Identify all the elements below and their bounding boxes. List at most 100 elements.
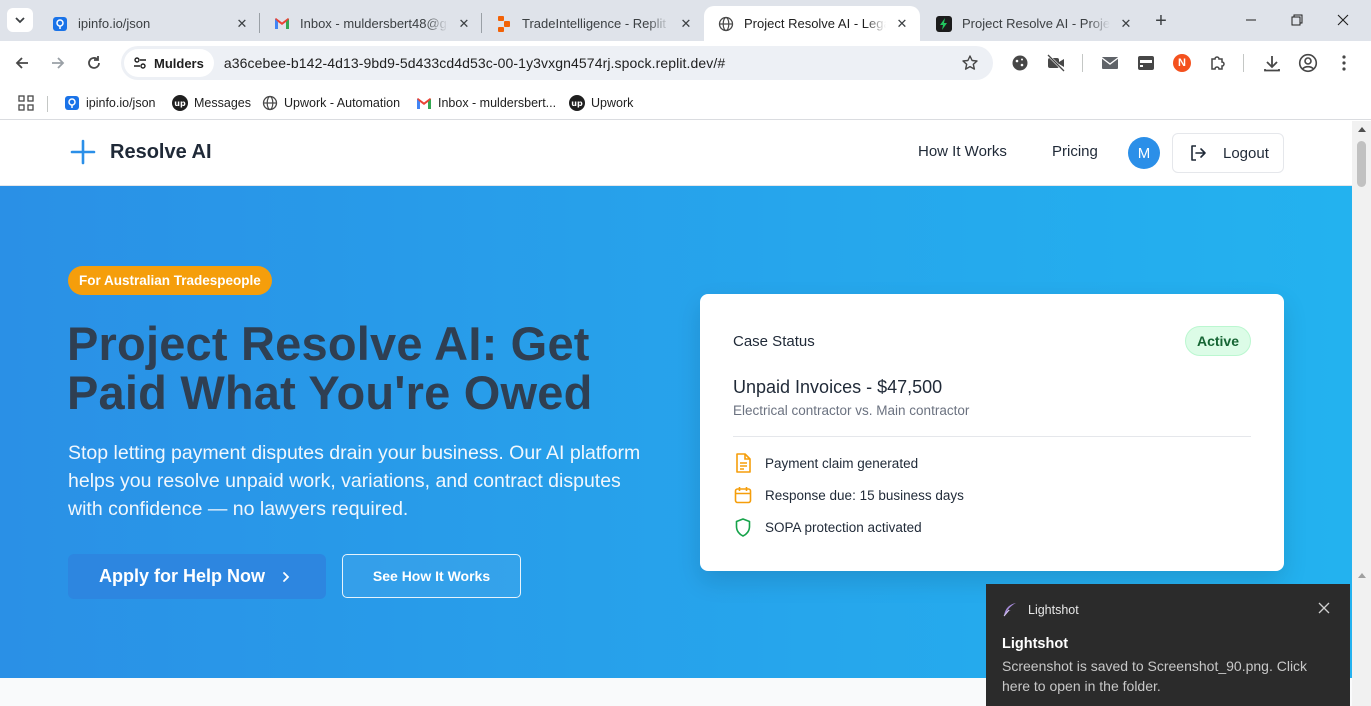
- tab-resolve-project[interactable]: Project Resolve AI - Project ✕: [922, 6, 1144, 41]
- svg-text:up: up: [571, 99, 583, 108]
- scrollbar-thumb[interactable]: [1357, 141, 1366, 187]
- case-item-response-due: Response due: 15 business days: [733, 484, 964, 506]
- address-bar[interactable]: Mulders a36cebee-b142-4d13-9bd9-5d433cd4…: [121, 46, 993, 80]
- new-tab-button[interactable]: +: [1149, 9, 1173, 33]
- brand-logo[interactable]: Resolve AI: [70, 139, 212, 165]
- close-icon[interactable]: ✕: [456, 16, 472, 32]
- logout-icon: [1189, 144, 1207, 162]
- case-status-card: Case Status Active Unpaid Invoices - $47…: [700, 294, 1284, 571]
- puzzle-icon[interactable]: [1207, 52, 1229, 74]
- avatar[interactable]: M: [1128, 137, 1160, 169]
- tab-resolve-legal[interactable]: Project Resolve AI - Legal Support ✕: [704, 6, 920, 41]
- window-close-button[interactable]: [1320, 6, 1366, 34]
- back-button[interactable]: [8, 49, 36, 77]
- bookmark-label: Messages: [194, 96, 251, 110]
- bookmark-label: Inbox - muldersbert...: [438, 96, 557, 110]
- toolbar-divider: [1082, 54, 1083, 72]
- bookmark-label: ipinfo.io/json: [86, 96, 156, 110]
- see-how-it-works-button[interactable]: See How It Works: [342, 554, 521, 598]
- tab-gmail[interactable]: Inbox - muldersbert48@gmail.com ✕: [260, 6, 482, 41]
- close-icon[interactable]: ✕: [1118, 16, 1134, 32]
- case-status-label: Case Status: [733, 333, 815, 350]
- ipinfo-icon: [52, 16, 68, 32]
- upwork-icon: up: [569, 95, 585, 111]
- upwork-icon: up: [172, 95, 188, 111]
- forward-button[interactable]: [44, 49, 72, 77]
- tab-title: Project Resolve AI - Legal Support: [744, 16, 886, 31]
- toast-message[interactable]: Screenshot is saved to Screenshot_90.png…: [1002, 656, 1332, 696]
- card-divider: [733, 436, 1251, 437]
- tab-replit[interactable]: TradeIntelligence - Replit ✕: [482, 6, 704, 41]
- chevron-right-icon: [281, 571, 291, 583]
- apps-grid-icon[interactable]: [18, 91, 34, 115]
- tab-title: Inbox - muldersbert48@gmail.com: [300, 16, 448, 31]
- minimize-button[interactable]: [1228, 6, 1274, 34]
- restore-button[interactable]: [1274, 6, 1320, 34]
- case-title: Unpaid Invoices - $47,500: [733, 377, 943, 397]
- globe-icon: [718, 16, 734, 32]
- plus-logo-icon: [70, 139, 96, 165]
- tab-title: Project Resolve AI - Project: [962, 16, 1110, 31]
- lightshot-notification[interactable]: Lightshot Lightshot Screenshot is saved …: [986, 584, 1350, 706]
- close-icon[interactable]: ✕: [234, 16, 250, 32]
- toast-title: Lightshot: [1002, 636, 1069, 652]
- calendar-icon: [733, 485, 753, 505]
- ipinfo-icon: [64, 95, 80, 111]
- bookmark-ipinfo[interactable]: ipinfo.io/json: [64, 91, 156, 115]
- url-text[interactable]: a36cebee-b142-4d13-9bd9-5d433cd4d53c-00-…: [224, 55, 725, 71]
- globe-icon: [262, 95, 278, 111]
- toolbar-divider: [1243, 54, 1244, 72]
- camera-off-icon[interactable]: [1045, 52, 1067, 74]
- tab-strip: ipinfo.io/json ✕ Inbox - muldersbert48@g…: [0, 0, 1371, 41]
- arrow-left-icon: [15, 57, 28, 69]
- tab-title: ipinfo.io/json: [78, 16, 151, 31]
- gmail-icon: [274, 16, 290, 32]
- bookmark-upwork[interactable]: up Upwork: [569, 91, 633, 115]
- download-icon[interactable]: [1261, 52, 1283, 74]
- toast-app-name: Lightshot: [1028, 603, 1079, 617]
- close-icon[interactable]: ✕: [894, 16, 910, 32]
- cookie-extension-icon[interactable]: [1009, 52, 1031, 74]
- reload-button[interactable]: [80, 49, 108, 77]
- site-chip-label: Mulders: [154, 55, 204, 71]
- svg-text:up: up: [174, 99, 186, 108]
- bookmark-inbox[interactable]: Inbox - muldersbert...: [416, 91, 556, 115]
- nav-pricing[interactable]: Pricing: [1052, 143, 1098, 160]
- close-icon[interactable]: [1318, 602, 1330, 614]
- bookmark-upwork-automation[interactable]: Upwork - Automation: [262, 91, 400, 115]
- logout-button[interactable]: Logout: [1172, 133, 1284, 173]
- chevron-down-icon: [15, 17, 25, 24]
- badge-letter: N: [1173, 54, 1191, 72]
- menu-kebab-icon[interactable]: [1333, 52, 1355, 74]
- minimize-icon: [1246, 19, 1256, 21]
- bolt-icon: [936, 15, 952, 32]
- page-scrollbar[interactable]: [1352, 121, 1371, 706]
- tab-search-button[interactable]: [7, 8, 33, 32]
- logout-label: Logout: [1223, 144, 1269, 162]
- screen-extension-icon[interactable]: [1135, 52, 1157, 74]
- nav-how-it-works[interactable]: How It Works: [918, 143, 1007, 160]
- gmail-icon: [416, 95, 432, 111]
- case-item-text: Payment claim generated: [765, 455, 919, 471]
- scroll-marker-icon: [1358, 573, 1366, 578]
- profile-extension-badge[interactable]: N: [1171, 52, 1193, 74]
- bookmark-messages[interactable]: up Messages: [172, 91, 251, 115]
- mail-icon[interactable]: [1099, 52, 1121, 74]
- apply-for-help-button[interactable]: Apply for Help Now: [68, 554, 326, 599]
- bookmark-label: Upwork: [591, 96, 634, 110]
- account-icon[interactable]: [1297, 52, 1319, 74]
- tab-title: TradeIntelligence - Replit: [522, 16, 667, 31]
- status-badge: Active: [1184, 326, 1251, 356]
- case-item-text: SOPA protection activated: [765, 519, 922, 535]
- site-info-chip[interactable]: Mulders: [124, 49, 214, 77]
- bookmark-star-icon[interactable]: [961, 54, 979, 72]
- hero-subtitle: Stop letting payment disputes drain your…: [68, 442, 641, 520]
- close-icon[interactable]: ✕: [678, 16, 694, 32]
- document-icon: [733, 453, 753, 473]
- tab-ipinfo[interactable]: ipinfo.io/json ✕: [38, 6, 260, 41]
- restore-icon: [1291, 14, 1303, 26]
- brand-name: Resolve AI: [110, 140, 212, 163]
- hero-title: Project Resolve AI: Get Paid What You're…: [67, 317, 593, 419]
- scroll-up-arrow-icon[interactable]: [1358, 127, 1366, 132]
- close-icon: [1337, 14, 1349, 26]
